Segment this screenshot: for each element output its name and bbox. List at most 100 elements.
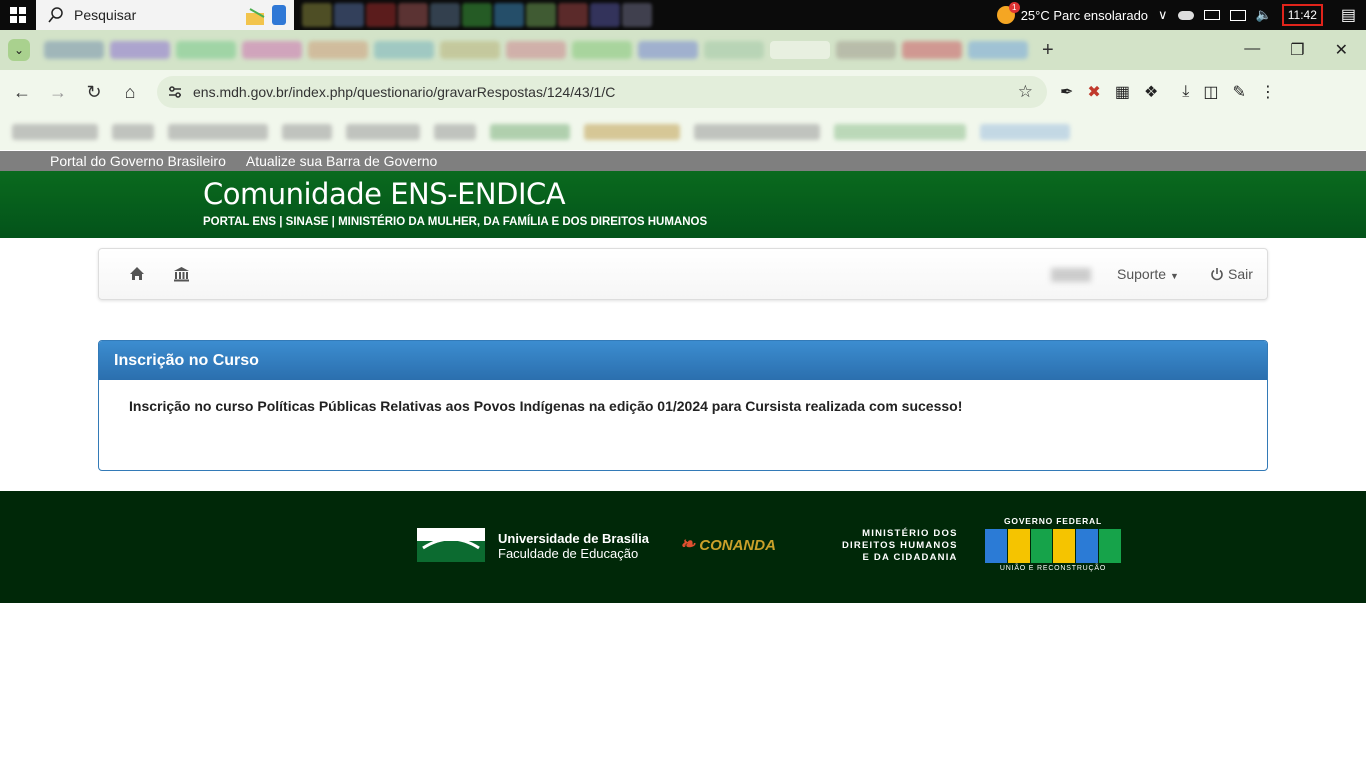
gov-bottom-text: UNIÃO E RECONSTRUÇÃO: [999, 565, 1107, 572]
main-navbar: Suporte ▼ Sair: [98, 248, 1268, 300]
taskbar-app[interactable]: [494, 3, 524, 27]
site-settings-icon[interactable]: [167, 84, 183, 100]
bookmark-item[interactable]: [834, 124, 966, 140]
home-icon[interactable]: ⌂: [112, 82, 148, 103]
browser-tab[interactable]: [572, 41, 632, 59]
taskbar-clock[interactable]: 11:42: [1281, 4, 1323, 26]
bookmark-item[interactable]: [490, 124, 570, 140]
taskbar-app[interactable]: [366, 3, 396, 27]
eyedropper-extension-icon[interactable]: ✒: [1060, 82, 1073, 102]
ministry-line-3: E DA CIDADANIA: [862, 552, 958, 563]
bookmark-item[interactable]: [694, 124, 820, 140]
bookmark-item[interactable]: [434, 124, 476, 140]
close-icon[interactable]: ✕: [1335, 40, 1348, 60]
back-icon[interactable]: ←: [4, 82, 40, 103]
home-icon[interactable]: [129, 266, 145, 281]
taskbar-app[interactable]: [462, 3, 492, 27]
support-dropdown[interactable]: Suporte ▼: [1117, 266, 1179, 282]
notification-center-icon[interactable]: ▤: [1341, 5, 1356, 25]
system-tray: 1 25°C Parc ensolarado ∨ 🔈 11:42 ▤: [996, 2, 1366, 26]
url-text: ens.mdh.gov.br/index.php/questionario/gr…: [193, 84, 616, 100]
chevron-down-icon: ⌄: [13, 43, 25, 57]
browser-tab[interactable]: [968, 41, 1028, 59]
conanda-text: CONANDA: [699, 537, 776, 554]
sidepanel-icon[interactable]: ◫: [1203, 82, 1218, 102]
bookmark-item[interactable]: [584, 124, 680, 140]
browser-tab[interactable]: [506, 41, 566, 59]
unb-faculty: Faculdade de Educação: [498, 546, 639, 561]
institution-icon[interactable]: [173, 266, 190, 282]
browser-tab[interactable]: [638, 41, 698, 59]
volume-icon[interactable]: 🔈: [1256, 7, 1272, 23]
browser-tab[interactable]: [440, 41, 500, 59]
site-footer: Universidade de Brasília Faculdade de Ed…: [0, 491, 1366, 603]
browser-tab[interactable]: [902, 41, 962, 59]
windows-logo-icon: [10, 7, 26, 23]
update-gov-bar-link[interactable]: Atualize sua Barra de Governo: [246, 153, 437, 169]
battery-icon[interactable]: [1203, 10, 1220, 20]
ministry-line-2: DIREITOS HUMANOS: [842, 540, 958, 551]
network-icon[interactable]: [1229, 9, 1246, 21]
new-tab-button[interactable]: +: [1042, 39, 1054, 62]
extension-icons: ✒ ✖ ▦ ❖ ⤓ ◫ ✎ ⋮: [1060, 70, 1276, 114]
brasil-wordmark-icon: [985, 529, 1121, 563]
extensions-puzzle-icon[interactable]: ❖: [1144, 82, 1158, 102]
browser-tabs: [44, 41, 1028, 59]
puzzle-x-extension-icon[interactable]: ✖: [1087, 82, 1100, 102]
search-highlight-art-icon: [246, 5, 286, 25]
weather-widget[interactable]: 1 25°C Parc ensolarado: [996, 2, 1149, 24]
taskbar-app[interactable]: [622, 3, 652, 27]
taskbar-app[interactable]: [558, 3, 588, 27]
browser-tab[interactable]: [704, 41, 764, 59]
reload-icon[interactable]: ↻: [76, 82, 112, 103]
taskbar-search-box[interactable]: Pesquisar: [36, 0, 294, 30]
browser-tab[interactable]: [44, 41, 104, 59]
bookmark-item[interactable]: [12, 124, 98, 140]
portal-gov-link[interactable]: Portal do Governo Brasileiro: [50, 153, 226, 169]
ministry-line-1: MINISTÉRIO DOS: [862, 528, 958, 539]
forward-icon[interactable]: →: [40, 82, 76, 103]
browser-tab[interactable]: [176, 41, 236, 59]
browser-tab[interactable]: [836, 41, 896, 59]
browser-tab[interactable]: [308, 41, 368, 59]
restore-icon[interactable]: ❐: [1290, 40, 1304, 60]
bookmark-item[interactable]: [282, 124, 332, 140]
bookmark-item[interactable]: [112, 124, 154, 140]
bookmark-star-icon[interactable]: ☆: [1018, 82, 1033, 102]
tab-search-button[interactable]: ⌄: [8, 39, 30, 61]
taskbar-app[interactable]: [302, 3, 332, 27]
windows-start-button[interactable]: [0, 0, 36, 30]
more-menu-icon[interactable]: ⋮: [1260, 82, 1276, 102]
taskbar-pinned-apps: [302, 3, 652, 27]
weather-text: 25°C Parc ensolarado: [1020, 7, 1149, 23]
browser-tab[interactable]: [110, 41, 170, 59]
cloud-icon[interactable]: [1177, 10, 1194, 20]
site-title[interactable]: Comunidade ENS-ENDICA: [203, 177, 566, 211]
weather-sun-icon: 1: [996, 2, 1020, 24]
taskbar-app[interactable]: [590, 3, 620, 27]
taskbar-app[interactable]: [398, 3, 428, 27]
taskbar-app[interactable]: [334, 3, 364, 27]
browser-tab[interactable]: [374, 41, 434, 59]
edit-pen-icon[interactable]: ✎: [1232, 82, 1245, 102]
governo-federal-logo: GOVERNO FEDERAL UNIÃO E RECONSTRUÇÃO: [985, 516, 1121, 578]
download-icon[interactable]: ⤓: [1182, 83, 1189, 101]
address-bar[interactable]: ens.mdh.gov.br/index.php/questionario/gr…: [157, 76, 1047, 108]
search-icon: [48, 7, 63, 23]
bookmark-item[interactable]: [980, 124, 1070, 140]
minimize-icon[interactable]: —: [1244, 40, 1260, 60]
browser-tab-active[interactable]: [770, 41, 830, 59]
chevron-up-icon[interactable]: ∨: [1158, 7, 1168, 23]
browser-tab[interactable]: [242, 41, 302, 59]
government-bar: Portal do Governo Brasileiro Atualize su…: [0, 151, 1366, 171]
enrollment-success-message: Inscrição no curso Políticas Públicas Re…: [129, 398, 963, 414]
bookmark-item[interactable]: [168, 124, 268, 140]
logout-button[interactable]: Sair: [1210, 266, 1253, 282]
extension-icon[interactable]: ▦: [1115, 82, 1130, 102]
browser-tab-strip: ⌄ + — ❐ ✕: [0, 30, 1366, 70]
taskbar-app[interactable]: [526, 3, 556, 27]
power-icon: [1211, 268, 1223, 281]
user-name-blurred[interactable]: [1051, 268, 1091, 282]
bookmark-item[interactable]: [346, 124, 420, 140]
taskbar-app[interactable]: [430, 3, 460, 27]
